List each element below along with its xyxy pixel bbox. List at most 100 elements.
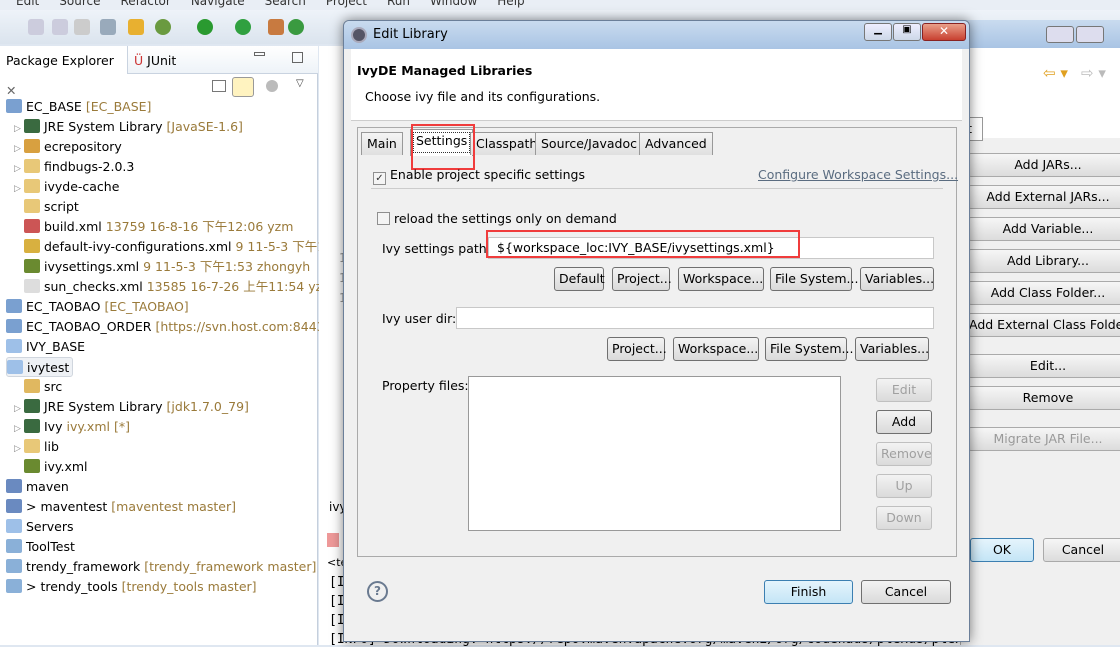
- settings-path-default-button[interactable]: Default: [554, 267, 605, 291]
- tree-item[interactable]: EC_BASE [EC_BASE]: [6, 97, 151, 117]
- build-path-button[interactable]: Edit...: [968, 354, 1120, 378]
- expand-arrow-icon[interactable]: ▷: [14, 419, 24, 439]
- tab-advanced[interactable]: Advanced: [639, 132, 713, 155]
- settings-path-workspace-button[interactable]: Workspace...: [678, 267, 764, 291]
- tree-item[interactable]: ▷ lib: [14, 437, 59, 457]
- minimize-icon[interactable]: [254, 52, 265, 56]
- user-dir-filesystem-button[interactable]: File System...: [765, 337, 853, 361]
- tree-item[interactable]: EC_TAOBAO [EC_TAOBAO]: [6, 297, 189, 317]
- minimize-button[interactable]: [1046, 26, 1074, 43]
- menu-refactor[interactable]: Refactor: [120, 0, 170, 8]
- property-down-button[interactable]: Down: [876, 506, 932, 530]
- tree-item[interactable]: Servers: [6, 517, 74, 537]
- tree-item[interactable]: > trendy_tools [trendy_tools master]: [6, 577, 257, 597]
- tree-item[interactable]: ivysettings.xml 9 11-5-3 下午1:53 zhongyh: [14, 257, 310, 277]
- collapse-all-icon[interactable]: [212, 80, 226, 92]
- build-path-button[interactable]: Add External JARs...: [968, 185, 1120, 209]
- property-add-button[interactable]: Add: [876, 410, 932, 434]
- cancel-button[interactable]: Cancel: [1043, 538, 1120, 562]
- sync-icon[interactable]: [128, 19, 144, 35]
- maximize-icon[interactable]: [292, 52, 303, 63]
- menu-edit[interactable]: Edit: [16, 0, 39, 8]
- user-dir-variables-button[interactable]: Variables...: [855, 337, 929, 361]
- tree-item[interactable]: ivytest: [6, 357, 74, 377]
- tree-item[interactable]: ▷ JRE System Library [jdk1.7.0_79]: [14, 397, 249, 417]
- run-external-tool-icon[interactable]: [235, 19, 251, 35]
- view-menu-icon[interactable]: ▽: [296, 78, 304, 89]
- tab-package-explorer[interactable]: Package Explorer ✕: [0, 46, 128, 98]
- tree-item[interactable]: src: [14, 377, 62, 397]
- user-dir-project-button[interactable]: Project...: [607, 337, 667, 361]
- settings-path-filesystem-button[interactable]: File System...: [770, 267, 858, 291]
- tree-item[interactable]: ▷ JRE System Library [JavaSE-1.6]: [14, 117, 243, 137]
- tree-item[interactable]: ▷ Ivy ivy.xml [*]: [14, 417, 130, 437]
- expand-arrow-icon[interactable]: ▷: [14, 179, 24, 199]
- tree-item[interactable]: ▷ ecrepository: [14, 137, 122, 157]
- menu-search[interactable]: Search: [265, 0, 306, 8]
- build-path-button[interactable]: Add External Class Folder...: [968, 313, 1120, 337]
- build-path-button[interactable]: Migrate JAR File...: [968, 427, 1120, 451]
- build-path-button[interactable]: Add Class Folder...: [968, 281, 1120, 305]
- property-remove-button[interactable]: Remove: [876, 442, 932, 466]
- tree-item[interactable]: ToolTest: [6, 537, 75, 557]
- ok-button[interactable]: OK: [970, 538, 1034, 562]
- menu-run[interactable]: Run: [387, 0, 410, 8]
- tree-item[interactable]: ▷ findbugs-2.0.3: [14, 157, 134, 177]
- settings-path-project-button[interactable]: Project...: [612, 267, 672, 291]
- build-path-button[interactable]: Add JARs...: [968, 153, 1120, 177]
- save-all-icon[interactable]: [52, 19, 68, 35]
- menu-project[interactable]: Project: [326, 0, 367, 8]
- close-button[interactable]: ✕: [922, 23, 966, 41]
- expand-arrow-icon[interactable]: ▷: [14, 439, 24, 459]
- debug-icon[interactable]: [155, 19, 171, 35]
- build-path-button[interactable]: Add Library...: [968, 249, 1120, 273]
- menu-help[interactable]: Help: [497, 0, 524, 8]
- tab-main[interactable]: Main: [361, 132, 403, 155]
- expand-arrow-icon[interactable]: ▷: [14, 119, 24, 139]
- help-icon[interactable]: ?: [367, 581, 388, 602]
- save-icon[interactable]: [28, 19, 44, 35]
- tree-item[interactable]: maven: [6, 477, 69, 497]
- property-edit-button[interactable]: Edit: [876, 378, 932, 402]
- reload-on-demand-checkbox[interactable]: reload the settings only on demand: [377, 211, 617, 226]
- tree-item[interactable]: sun_checks.xml 13585 16-7-26 上午11:54 yzm: [14, 277, 334, 297]
- tree-item[interactable]: ▷ ivyde-cache: [14, 177, 119, 197]
- tree-item[interactable]: build.xml 13759 16-8-16 下午12:06 yzm: [14, 217, 293, 237]
- skip-breakpoints-icon[interactable]: [100, 19, 116, 35]
- cancel-button[interactable]: Cancel: [861, 580, 951, 604]
- property-up-button[interactable]: Up: [876, 474, 932, 498]
- tab-classpath[interactable]: Classpath: [470, 132, 544, 155]
- expand-arrow-icon[interactable]: ▷: [14, 399, 24, 419]
- run-icon[interactable]: [197, 19, 213, 35]
- settings-path-variables-button[interactable]: Variables...: [860, 267, 934, 291]
- tree-item[interactable]: default-ivy-configurations.xml 9 11-5-3 …: [14, 237, 337, 257]
- user-dir-input[interactable]: [456, 307, 934, 329]
- link-with-editor-icon[interactable]: [232, 77, 254, 97]
- user-dir-workspace-button[interactable]: Workspace...: [673, 337, 759, 361]
- menu-navigate[interactable]: Navigate: [191, 0, 245, 8]
- maximize-button[interactable]: ▣: [893, 23, 921, 41]
- minimize-button[interactable]: ▁: [864, 23, 892, 41]
- enable-project-settings-checkbox[interactable]: ✓ Enable project specific settings: [373, 167, 585, 185]
- close-icon[interactable]: ✕: [6, 83, 16, 98]
- tree-item[interactable]: script: [14, 197, 79, 217]
- forward-arrow-icon[interactable]: ⇨ ▾: [1081, 64, 1106, 82]
- tree-item[interactable]: ivy.xml: [14, 457, 88, 477]
- build-path-button[interactable]: Add Variable...: [968, 217, 1120, 241]
- back-arrow-icon[interactable]: ⇦ ▾: [1043, 64, 1068, 82]
- tree-item[interactable]: > maventest [maventest master]: [6, 497, 236, 517]
- expand-arrow-icon[interactable]: ▷: [14, 139, 24, 159]
- maximize-button[interactable]: [1076, 26, 1104, 43]
- menu-window[interactable]: Window: [430, 0, 477, 8]
- configure-workspace-settings-link[interactable]: Configure Workspace Settings...: [758, 167, 958, 182]
- property-files-list[interactable]: [468, 376, 841, 531]
- finish-button[interactable]: Finish: [764, 580, 853, 604]
- new-class-icon[interactable]: [288, 19, 304, 35]
- print-icon[interactable]: [74, 19, 90, 35]
- tab-source-javadoc[interactable]: Source/Javadoc: [535, 132, 644, 155]
- new-package-icon[interactable]: [268, 19, 284, 35]
- menu-source[interactable]: Source: [59, 0, 100, 8]
- tree-item[interactable]: IVY_BASE: [6, 337, 85, 357]
- focus-icon[interactable]: [266, 80, 278, 92]
- tree-item[interactable]: trendy_framework [trendy_framework maste…: [6, 557, 316, 577]
